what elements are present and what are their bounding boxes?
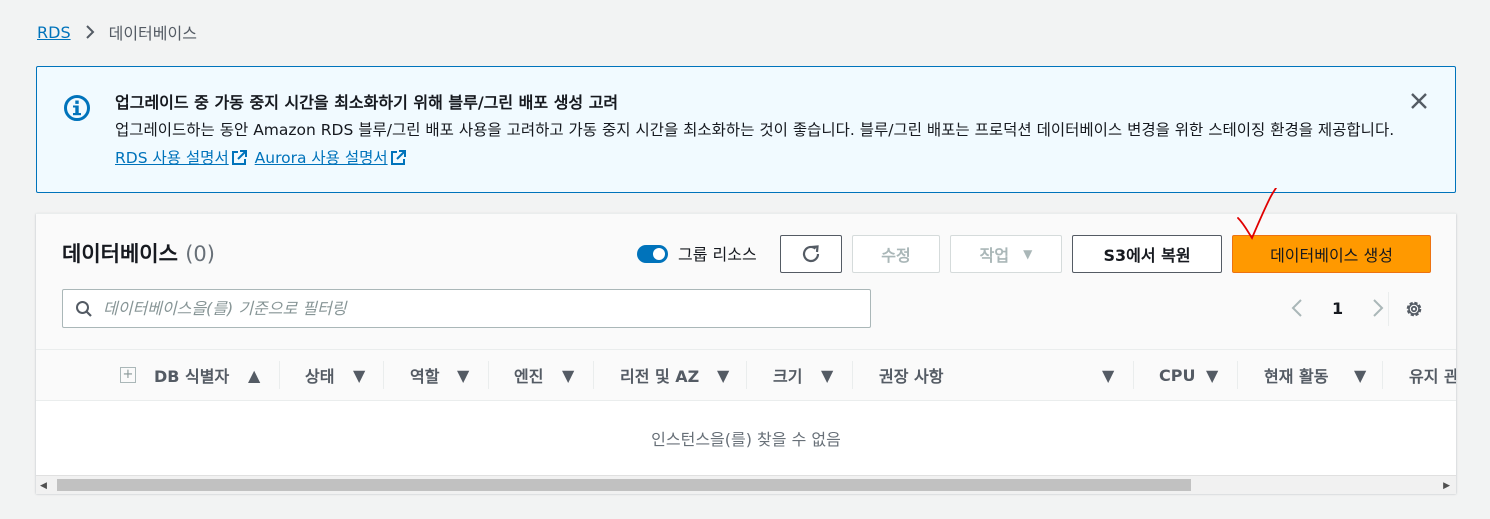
- restore-from-s3-button[interactable]: S3에서 복원: [1072, 235, 1222, 273]
- column-label: 유지 관: [1409, 367, 1456, 386]
- aurora-user-guide-link[interactable]: Aurora 사용 설명서: [255, 149, 388, 167]
- sort-icon[interactable]: ▼: [1206, 350, 1218, 400]
- column-label: 상태: [305, 367, 335, 386]
- database-count: (0): [185, 242, 215, 266]
- filter-search: [62, 289, 871, 328]
- column-cpu[interactable]: CPU: [1159, 350, 1195, 400]
- column-status[interactable]: 상태: [305, 350, 334, 400]
- column-recommendations[interactable]: 권장 사항: [879, 350, 943, 400]
- actions-label: 작업: [979, 246, 1010, 265]
- current-page[interactable]: 1: [1332, 299, 1343, 318]
- column-current-activity[interactable]: 현재 활동: [1264, 350, 1328, 400]
- column-label: 엔진: [514, 367, 544, 386]
- chevron-left-icon[interactable]: [1286, 298, 1308, 318]
- external-link-icon: [390, 150, 406, 165]
- column-db-identifier[interactable]: DB 식별자: [154, 350, 229, 400]
- scroll-right-icon[interactable]: ▶: [1443, 481, 1450, 491]
- caret-down-icon: ▼: [1023, 247, 1033, 261]
- search-icon: [75, 300, 93, 322]
- empty-state-message: 인스턴스을(를) 찾을 수 없음: [651, 430, 841, 449]
- column-separator: [593, 361, 594, 389]
- group-resources-label: 그룹 리소스: [678, 245, 757, 264]
- actions-dropdown[interactable]: 작업 ▼: [950, 235, 1062, 273]
- sort-icon[interactable]: ▼: [1102, 350, 1114, 400]
- scrollbar-thumb[interactable]: [57, 479, 1191, 491]
- expand-all-icon[interactable]: +: [120, 367, 136, 383]
- sort-icon[interactable]: ▼: [821, 350, 833, 400]
- flash-title: 업그레이드 중 가동 중지 시간을 최소화하기 위해 블루/그린 배포 생성 고…: [115, 93, 619, 112]
- panel-title-text: 데이터베이스: [62, 242, 178, 266]
- column-label: 현재 활동: [1264, 367, 1329, 386]
- refresh-button[interactable]: [780, 235, 842, 273]
- chevron-right-icon[interactable]: [1367, 298, 1389, 318]
- sort-icon[interactable]: ▼: [353, 350, 365, 400]
- sort-icon[interactable]: ▼: [1354, 350, 1366, 400]
- column-separator: [1382, 361, 1383, 389]
- column-separator: [852, 361, 853, 389]
- toggle-knob: [653, 248, 665, 260]
- column-label: DB 식별자: [154, 367, 230, 386]
- pager-divider: [1388, 292, 1389, 326]
- column-separator: [1237, 361, 1238, 389]
- close-icon[interactable]: [1409, 91, 1429, 111]
- column-separator: [383, 361, 384, 389]
- panel-title: 데이터베이스 (0): [62, 238, 215, 268]
- scroll-left-icon[interactable]: ◀: [40, 481, 47, 491]
- column-label: 크기: [773, 367, 803, 386]
- sort-icon[interactable]: ▼: [717, 350, 729, 400]
- sort-icon[interactable]: ▼: [562, 350, 574, 400]
- flash-body-text: 업그레이드하는 동안 Amazon RDS 블루/그린 배포 사용을 고려하고 …: [115, 121, 1395, 139]
- column-label: CPU: [1159, 365, 1196, 385]
- column-region-az[interactable]: 리전 및 AZ: [620, 350, 699, 400]
- column-separator: [488, 361, 489, 389]
- table-header: + DB 식별자 ▲ 상태 ▼ 역할 ▼ 엔진 ▼ 리전 및 AZ ▼ 크기 ▼: [36, 349, 1456, 401]
- column-maintenance[interactable]: 유지 관: [1409, 350, 1456, 400]
- flash-body: 업그레이드하는 동안 Amazon RDS 블루/그린 배포 사용을 고려하고 …: [115, 116, 1405, 172]
- pagination: 1: [1286, 298, 1389, 318]
- external-link-icon: [231, 150, 247, 165]
- column-separator: [279, 361, 280, 389]
- sort-icon[interactable]: ▼: [457, 350, 469, 400]
- modify-button[interactable]: 수정: [852, 235, 940, 273]
- info-icon: [63, 94, 91, 122]
- group-resources-toggle[interactable]: [637, 245, 668, 263]
- column-engine[interactable]: 엔진: [514, 350, 543, 400]
- create-database-button[interactable]: 데이터베이스 생성: [1232, 235, 1431, 273]
- gear-icon[interactable]: [1404, 299, 1424, 323]
- breadcrumb-rds-link[interactable]: RDS: [37, 23, 71, 42]
- info-flashbar: 업그레이드 중 가동 중지 시간을 최소화하기 위해 블루/그린 배포 생성 고…: [36, 66, 1456, 193]
- refresh-icon: [802, 245, 820, 263]
- column-separator: [746, 361, 747, 389]
- chevron-right-icon: [85, 24, 95, 40]
- column-label: 역할: [410, 367, 440, 386]
- column-separator: [1133, 361, 1134, 389]
- column-role[interactable]: 역할: [410, 350, 439, 400]
- breadcrumb-current: 데이터베이스: [108, 24, 197, 43]
- column-label: 권장 사항: [879, 367, 944, 386]
- rds-user-guide-link[interactable]: RDS 사용 설명서: [115, 149, 229, 167]
- column-label: 리전 및 AZ: [620, 367, 700, 386]
- column-size[interactable]: 크기: [773, 350, 802, 400]
- breadcrumb: RDS 데이터베이스: [37, 20, 197, 44]
- sort-ascending-icon[interactable]: ▲: [248, 350, 260, 400]
- horizontal-scrollbar[interactable]: ◀ ▶: [36, 475, 1456, 494]
- databases-panel: 데이터베이스 (0) 그룹 리소스 수정 작업 ▼ S3에서 복원 데이터베이스…: [36, 213, 1456, 494]
- filter-input[interactable]: [103, 290, 853, 327]
